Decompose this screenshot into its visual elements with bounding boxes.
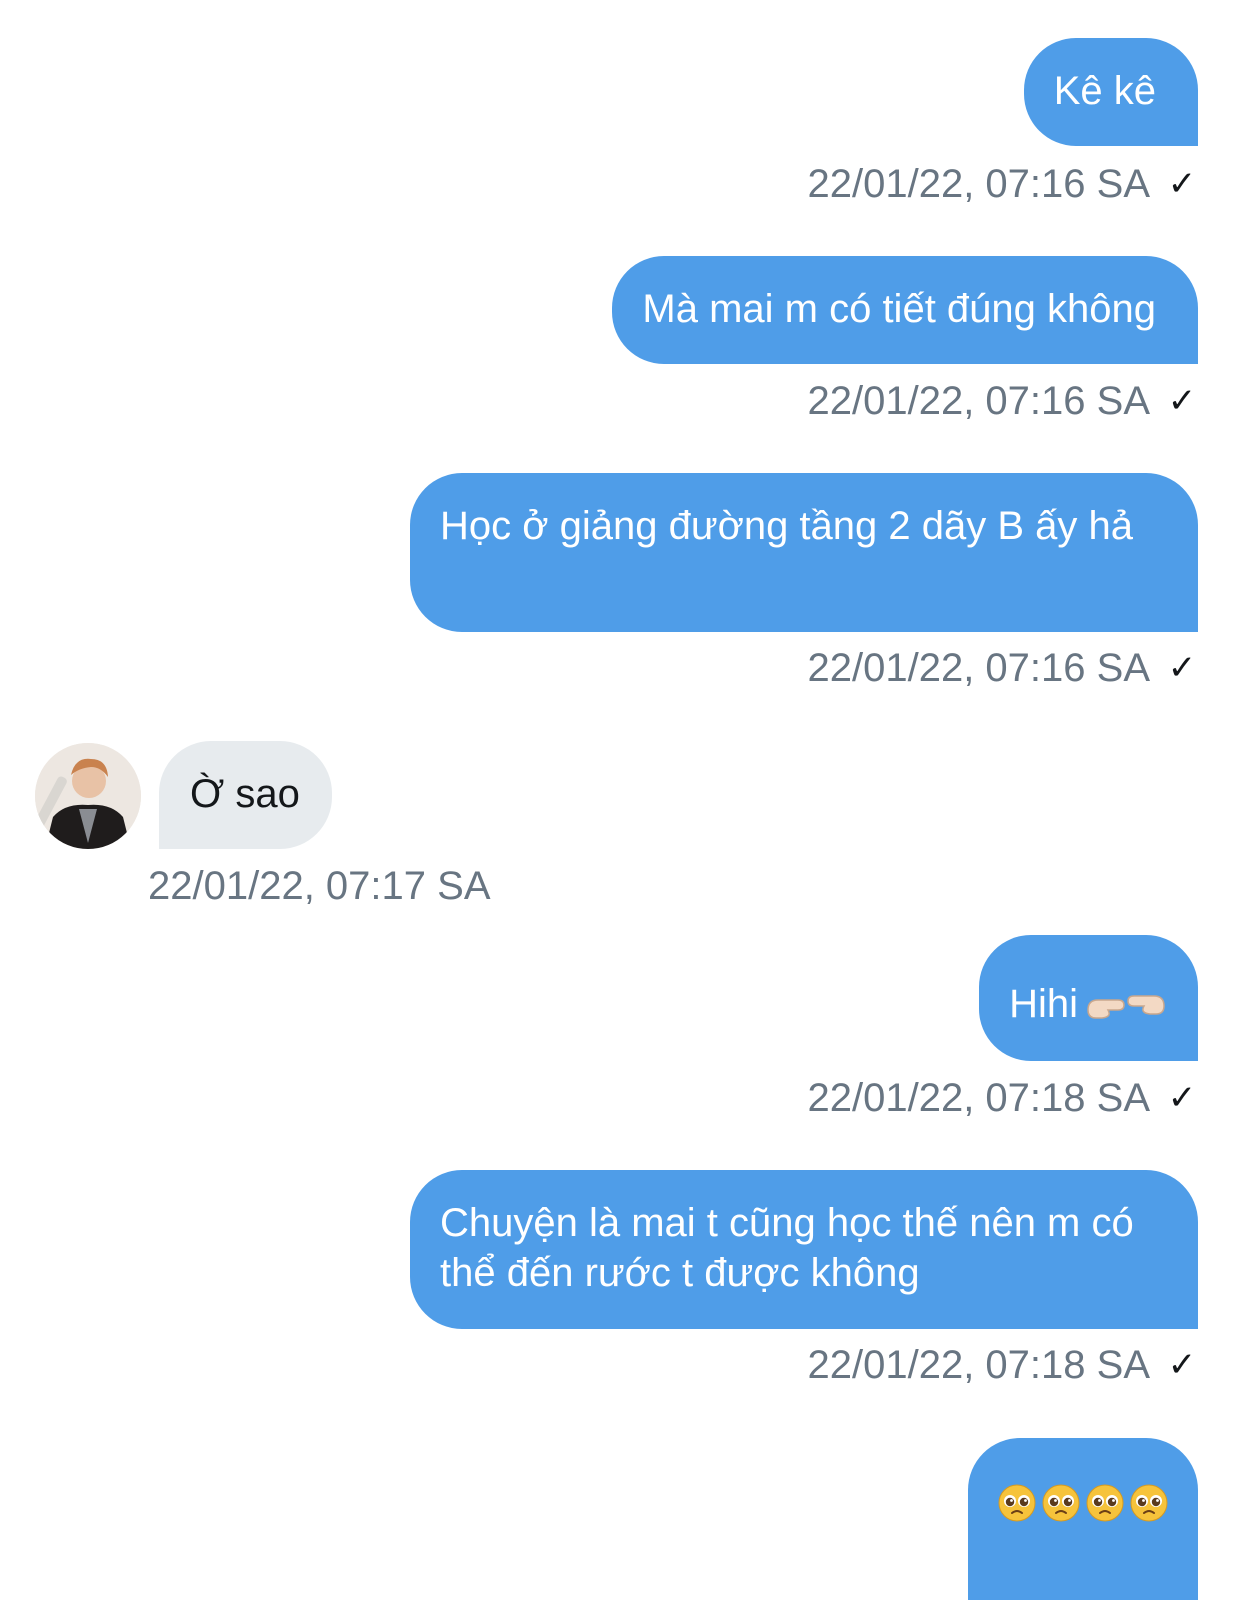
message-bubble-outgoing[interactable]: Hihi bbox=[979, 935, 1198, 1061]
message-text: Mà mai m có tiết đúng không bbox=[642, 287, 1156, 331]
check-icon: ✓ bbox=[1167, 1346, 1197, 1384]
check-icon: ✓ bbox=[1167, 649, 1197, 687]
check-icon: ✓ bbox=[1167, 1079, 1197, 1117]
message-timestamp: 22/01/22, 07:17 SA bbox=[148, 864, 491, 908]
message-bubble-outgoing[interactable]: Kê kê bbox=[1023, 38, 1198, 146]
message-timestamp: 22/01/22, 07:16 SA bbox=[807, 162, 1151, 206]
emoji-row bbox=[998, 1484, 1168, 1522]
message-meta: 22/01/22, 07:16 SA ✓ bbox=[808, 644, 1199, 692]
message-bubble-outgoing[interactable]: Học ở giảng đường tầng 2 dãy B ấy hả bbox=[410, 473, 1198, 632]
message-bubble-outgoing[interactable]: Chuyện là mai t cũng học thế nên m có th… bbox=[410, 1170, 1198, 1329]
fingers-pointing-together-icon bbox=[1087, 995, 1165, 1019]
pleading-face-icon bbox=[998, 1484, 1036, 1522]
message-timestamp: 22/01/22, 07:16 SA bbox=[807, 646, 1151, 690]
message-text: Học ở giảng đường tầng 2 dãy B ấy hả bbox=[440, 504, 1134, 548]
message-meta: 22/01/22, 07:16 SA ✓ bbox=[808, 160, 1199, 208]
message-text: Hihi bbox=[1009, 982, 1078, 1026]
message-timestamp: 22/01/22, 07:16 SA bbox=[807, 379, 1151, 423]
message-text: Ờ sao bbox=[190, 772, 300, 816]
check-icon: ✓ bbox=[1167, 165, 1197, 203]
contact-avatar[interactable] bbox=[35, 743, 141, 849]
message-text: Kê kê bbox=[1053, 69, 1156, 113]
check-icon: ✓ bbox=[1167, 382, 1197, 420]
message-meta: 22/01/22, 07:18 SA ✓ bbox=[808, 1074, 1199, 1122]
message-bubble-outgoing[interactable]: Mà mai m có tiết đúng không bbox=[612, 256, 1198, 364]
message-bubble-outgoing[interactable] bbox=[968, 1438, 1198, 1600]
pleading-face-icon bbox=[1086, 1484, 1124, 1522]
pleading-face-icon bbox=[1042, 1484, 1080, 1522]
avatar-image bbox=[35, 743, 141, 849]
message-timestamp: 22/01/22, 07:18 SA bbox=[807, 1343, 1151, 1387]
message-meta: 22/01/22, 07:17 SA bbox=[148, 862, 491, 910]
message-meta: 22/01/22, 07:16 SA ✓ bbox=[808, 377, 1199, 425]
message-text: Chuyện là mai t cũng học thế nên m có th… bbox=[440, 1201, 1134, 1295]
message-timestamp: 22/01/22, 07:18 SA bbox=[807, 1076, 1151, 1120]
message-bubble-incoming[interactable]: Ờ sao bbox=[159, 741, 332, 849]
message-meta: 22/01/22, 07:18 SA ✓ bbox=[808, 1341, 1199, 1389]
pleading-face-icon bbox=[1130, 1484, 1168, 1522]
